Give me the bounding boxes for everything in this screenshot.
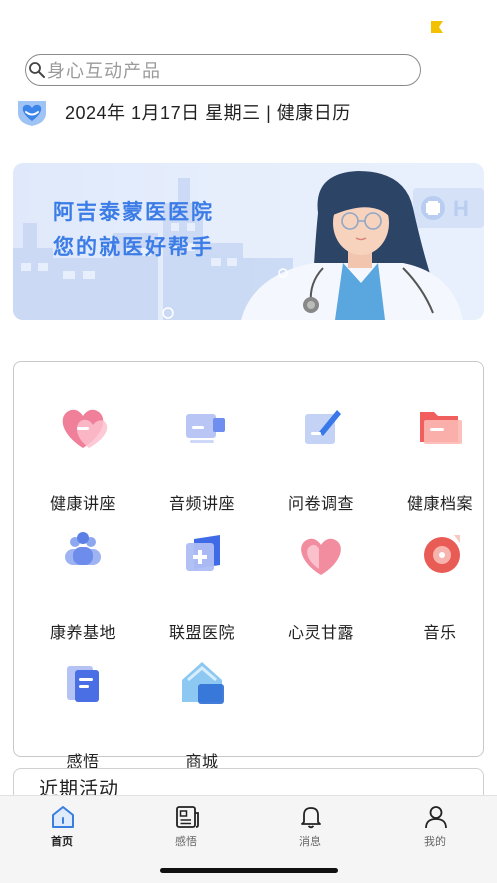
feature-wellness-base[interactable]: 康养基地 bbox=[28, 525, 138, 642]
feature-health-record[interactable]: 健康档案 bbox=[385, 396, 495, 513]
home-icon bbox=[52, 806, 74, 828]
feature-label: 音乐 bbox=[423, 625, 457, 642]
feature-insight[interactable]: 感悟 bbox=[28, 654, 138, 771]
banner-subtitle: 您的就医好帮手 bbox=[53, 236, 214, 259]
tab-me[interactable]: 我的 bbox=[385, 796, 485, 856]
health-record-icon bbox=[420, 412, 462, 444]
search-icon bbox=[29, 62, 45, 78]
mall-home-icon bbox=[182, 662, 224, 704]
heart-lecture-icon bbox=[62, 409, 108, 448]
soul-heart-icon bbox=[301, 538, 341, 575]
news-icon bbox=[176, 806, 199, 828]
feature-label: 音频讲座 bbox=[168, 496, 235, 513]
survey-icon bbox=[305, 410, 341, 444]
wellness-base-icon bbox=[65, 532, 101, 565]
feature-audio-lecture[interactable]: 音频讲座 bbox=[147, 396, 257, 513]
search-placeholder: 身心互动产品 bbox=[47, 61, 161, 81]
tab-insight[interactable]: 感悟 bbox=[136, 796, 236, 856]
tab-label: 我的 bbox=[424, 836, 446, 848]
audio-lecture-icon bbox=[186, 414, 225, 443]
feature-label: 问卷调查 bbox=[287, 496, 354, 513]
health-calendar-bar[interactable]: 2024年 1月17日 星期三 | 健康日历 bbox=[13, 96, 351, 128]
feature-health-lecture[interactable]: 健康讲座 bbox=[28, 396, 138, 513]
feature-grid: 健康讲座 音频讲座 问卷调查 健康档案 康养基地 联盟医院 心灵甘露 音乐 感悟… bbox=[13, 361, 484, 771]
feature-survey[interactable]: 问卷调查 bbox=[266, 396, 376, 513]
home-indicator bbox=[160, 868, 338, 873]
tab-home[interactable]: 首页 bbox=[12, 796, 112, 856]
heart-shield-icon bbox=[18, 101, 46, 126]
date-text: 2024年 1月17日 星期三 | 健康日历 bbox=[65, 103, 351, 123]
insight-book-icon bbox=[67, 666, 99, 702]
feature-label: 健康档案 bbox=[406, 496, 473, 513]
hospital-banner[interactable]: H 阿吉泰蒙医医院 您的就医好帮手 bbox=[13, 163, 484, 320]
tab-label: 消息 bbox=[299, 836, 321, 848]
search-input[interactable]: 身心互动产品 bbox=[25, 54, 421, 86]
feature-label: 康养基地 bbox=[49, 625, 116, 642]
tab-label: 首页 bbox=[51, 836, 73, 848]
feature-soul-heart[interactable]: 心灵甘露 bbox=[266, 525, 376, 642]
feature-mall[interactable]: 商城 bbox=[147, 654, 257, 771]
feature-label: 心灵甘露 bbox=[287, 625, 354, 642]
alliance-hospital-icon bbox=[186, 535, 220, 571]
feature-label: 健康讲座 bbox=[49, 496, 116, 513]
tab-label: 感悟 bbox=[175, 836, 197, 848]
bell-icon bbox=[301, 807, 321, 829]
tab-messages[interactable]: 消息 bbox=[260, 796, 360, 856]
feature-music[interactable]: 音乐 bbox=[385, 525, 495, 642]
svg-text:H: H bbox=[453, 196, 469, 221]
feature-alliance-hospital[interactable]: 联盟医院 bbox=[147, 525, 257, 642]
status-flag-icon bbox=[431, 21, 443, 33]
banner-title: 阿吉泰蒙医医院 bbox=[53, 201, 214, 224]
person-icon bbox=[425, 806, 447, 829]
feature-label: 联盟医院 bbox=[168, 625, 235, 642]
music-disc-icon bbox=[424, 535, 460, 573]
